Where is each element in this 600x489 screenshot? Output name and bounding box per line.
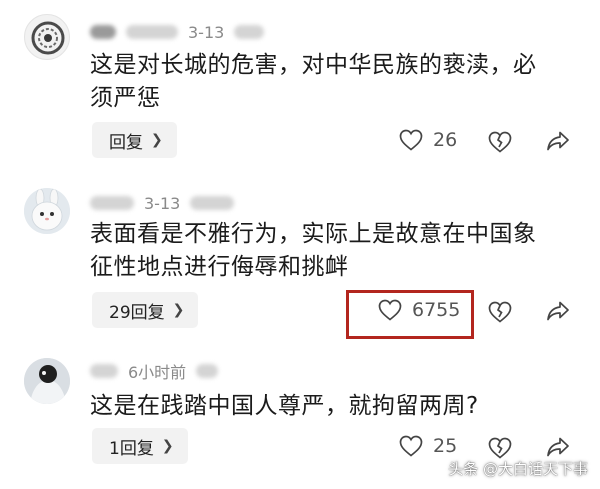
avatar-image [31,21,65,55]
comment-meta: 6小时前 [90,360,228,382]
comment-date: 3-13 [144,193,181,213]
dislike-button[interactable] [488,131,512,157]
like-button[interactable]: 25 [399,435,457,457]
broken-heart-icon [488,131,512,153]
reply-button[interactable]: 回复 ❯ [92,122,177,158]
like-button[interactable]: 26 [399,129,457,151]
comment-text-line: 须严惩 [90,85,161,111]
broken-heart-icon [488,437,512,459]
avatar[interactable] [24,188,70,234]
comment-text: 这是在践踏中国人尊严，就拘留两周? [90,390,570,423]
blurred-username [126,25,178,39]
comment-text: 表面看是不雅行为，实际上是故意在中国象 征性地点进行侮辱和挑衅 [90,218,570,284]
reply-label: 29回复 [109,302,165,323]
comment-date: 6小时前 [128,363,187,382]
chevron-right-icon: ❯ [151,132,163,148]
share-button[interactable] [546,300,570,326]
comment-date: 3-13 [188,22,225,42]
comment-meta: 3-13 [90,192,244,214]
avatar[interactable] [24,14,70,60]
comment-meta: 3-13 [90,21,274,43]
like-count: 26 [433,129,458,151]
reply-button[interactable]: 1回复 ❯ [92,428,188,464]
comment-text-line: 这是对长城的危害，对中华民族的亵渎，必 [90,52,537,78]
chevron-right-icon: ❯ [172,302,185,318]
reply-label: 1回复 [109,438,154,459]
blurred-location [190,196,235,210]
heart-outline-icon [399,129,423,151]
share-arrow-icon [547,437,569,457]
heart-outline-icon [399,435,423,457]
reply-label: 回复 [109,132,143,153]
share-arrow-icon [547,301,569,321]
comment-text-line: 这是在践踏中国人尊严，就拘留两周? [90,393,479,419]
chevron-right-icon: ❯ [161,438,174,454]
share-arrow-icon [547,131,569,151]
comment-text-line: 表面看是不雅行为，实际上是故意在中国象 [90,221,537,247]
like-count: 25 [433,435,458,457]
blurred-username [90,196,134,210]
blurred-location [234,25,265,39]
comment-text: 这是对长城的危害，对中华民族的亵渎，必 须严惩 [90,49,570,115]
blurred-username [90,364,118,378]
comment-text-line: 征性地点进行侮辱和挑衅 [90,254,349,280]
dislike-button[interactable] [488,301,512,327]
reply-button[interactable]: 29回复 ❯ [92,292,199,328]
blurred-username [90,25,116,39]
broken-heart-icon [488,301,512,323]
avatar[interactable] [24,358,70,404]
watermark: 头条 @大白话天下事 [448,460,588,478]
avatar-image [24,188,70,234]
avatar-image [24,358,70,404]
blurred-location [196,364,219,378]
highlight-box [346,290,474,339]
share-button[interactable] [546,130,570,156]
